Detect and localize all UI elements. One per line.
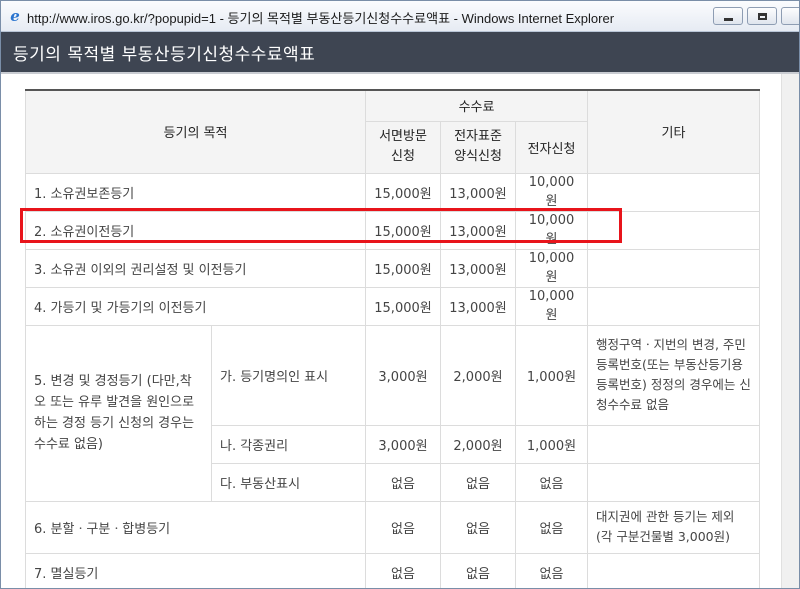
row-purpose: 6. 분할ㆍ구분ㆍ합병등기 (25, 500, 366, 554)
fee-visit: 15,000원 (365, 210, 441, 250)
minimize-button[interactable] (713, 7, 743, 25)
fee-visit: 없음 (365, 552, 441, 588)
minimize-icon (723, 17, 733, 21)
fee-efs: 없음 (440, 552, 516, 588)
fee-visit: 3,000원 (365, 424, 441, 464)
row-purpose: 4. 가등기 및 가등기의 이전등기 (25, 286, 366, 326)
fee-efs: 13,000원 (440, 210, 516, 250)
fee-electronic: 없음 (514, 552, 589, 588)
fee-table: 등기의 목적 수수료 기타 서면방문 신청 전자표준 양식신청 전자신청 1. … (25, 89, 761, 588)
fee-electronic: 1,000원 (514, 324, 589, 426)
title-bar: e http://www.iros.go.kr/?popupid=1 - 등기의… (1, 1, 799, 32)
row-purpose: 2. 소유권이전등기 (25, 210, 366, 250)
table-row: 5. 변경 및 경정등기 (다만,착오 또는 유루 발견을 원인으로 하는 경정… (25, 324, 761, 502)
subrow-label: 가. 등기명의인 표시 (211, 324, 366, 426)
fee-efs: 없음 (440, 462, 516, 502)
header-etc: 기타 (587, 89, 761, 174)
fee-electronic: 10,000원 (514, 210, 589, 250)
fee-efs: 없음 (440, 500, 516, 554)
fee-electronic: 10,000원 (514, 286, 589, 326)
fee-efs: 13,000원 (440, 172, 516, 212)
fee-electronic: 10,000원 (514, 248, 589, 288)
window-title: http://www.iros.go.kr/?popupid=1 - 등기의 목… (27, 11, 615, 26)
row-etc: 행정구역ㆍ지번의 변경, 주민등록번호(또는 부동산등기용등록번호) 정정의 경… (587, 324, 761, 426)
maximize-icon (757, 12, 767, 20)
row-etc (587, 552, 761, 588)
fee-visit: 15,000원 (365, 248, 441, 288)
row-etc (587, 210, 761, 250)
table-row: 7. 멸실등기 없음 없음 없음 (25, 552, 761, 588)
subrow-label: 다. 부동산표시 (211, 462, 366, 502)
fee-electronic: 없음 (514, 500, 589, 554)
subrow-label: 나. 각종권리 (211, 424, 366, 464)
maximize-button[interactable] (747, 7, 777, 25)
row-purpose: 7. 멸실등기 (25, 552, 366, 588)
browser-window: e http://www.iros.go.kr/?popupid=1 - 등기의… (0, 0, 800, 589)
header-fee-group: 수수료 (364, 89, 589, 122)
row-etc (587, 172, 761, 212)
row-purpose-group5: 5. 변경 및 경정등기 (다만,착오 또는 유루 발견을 원인으로 하는 경정… (25, 324, 212, 502)
row-purpose: 3. 소유권 이외의 권리설정 및 이전등기 (25, 248, 366, 288)
fee-efs: 2,000원 (440, 324, 516, 426)
fee-electronic: 1,000원 (514, 424, 589, 464)
table-row: 2. 소유권이전등기 15,000원 13,000원 10,000원 (25, 210, 761, 250)
header-purpose: 등기의 목적 (25, 89, 366, 174)
header-visit: 서면방문 신청 (365, 120, 441, 174)
vertical-scrollbar[interactable] (781, 74, 799, 588)
fee-efs: 13,000원 (440, 248, 516, 288)
row-etc (587, 424, 761, 464)
fee-efs: 13,000원 (440, 286, 516, 326)
row-etc (587, 248, 761, 288)
table-row: 4. 가등기 및 가등기의 이전등기 15,000원 13,000원 10,00… (25, 286, 761, 326)
row-etc (587, 462, 761, 502)
row-purpose: 1. 소유권보존등기 (25, 172, 366, 212)
fee-electronic: 없음 (514, 462, 589, 502)
header-electronic: 전자신청 (514, 120, 589, 174)
fee-visit: 3,000원 (365, 324, 441, 426)
close-button[interactable] (781, 7, 799, 25)
fee-visit: 15,000원 (365, 172, 441, 212)
header-efs: 전자표준 양식신청 (440, 120, 516, 174)
fee-visit: 없음 (365, 462, 441, 502)
row-etc: 대지권에 관한 등기는 제외 (각 구분건물별 3,000원) (587, 500, 761, 554)
fee-electronic: 10,000원 (514, 172, 589, 212)
row-etc (587, 286, 761, 326)
page-title: 등기의 목적별 부동산등기신청수수료액표 (13, 45, 316, 65)
fee-visit: 없음 (365, 500, 441, 554)
table-row: 1. 소유권보존등기 15,000원 13,000원 10,000원 (25, 172, 761, 212)
fee-efs: 2,000원 (440, 424, 516, 464)
page-header: 등기의 목적별 부동산등기신청수수료액표 (1, 32, 799, 74)
fee-visit: 15,000원 (365, 286, 441, 326)
ie-logo-icon: e (10, 7, 20, 25)
table-row: 6. 분할ㆍ구분ㆍ합병등기 없음 없음 없음 대지권에 관한 등기는 제외 (각… (25, 500, 761, 554)
table-row: 3. 소유권 이외의 권리설정 및 이전등기 15,000원 13,000원 1… (25, 248, 761, 288)
